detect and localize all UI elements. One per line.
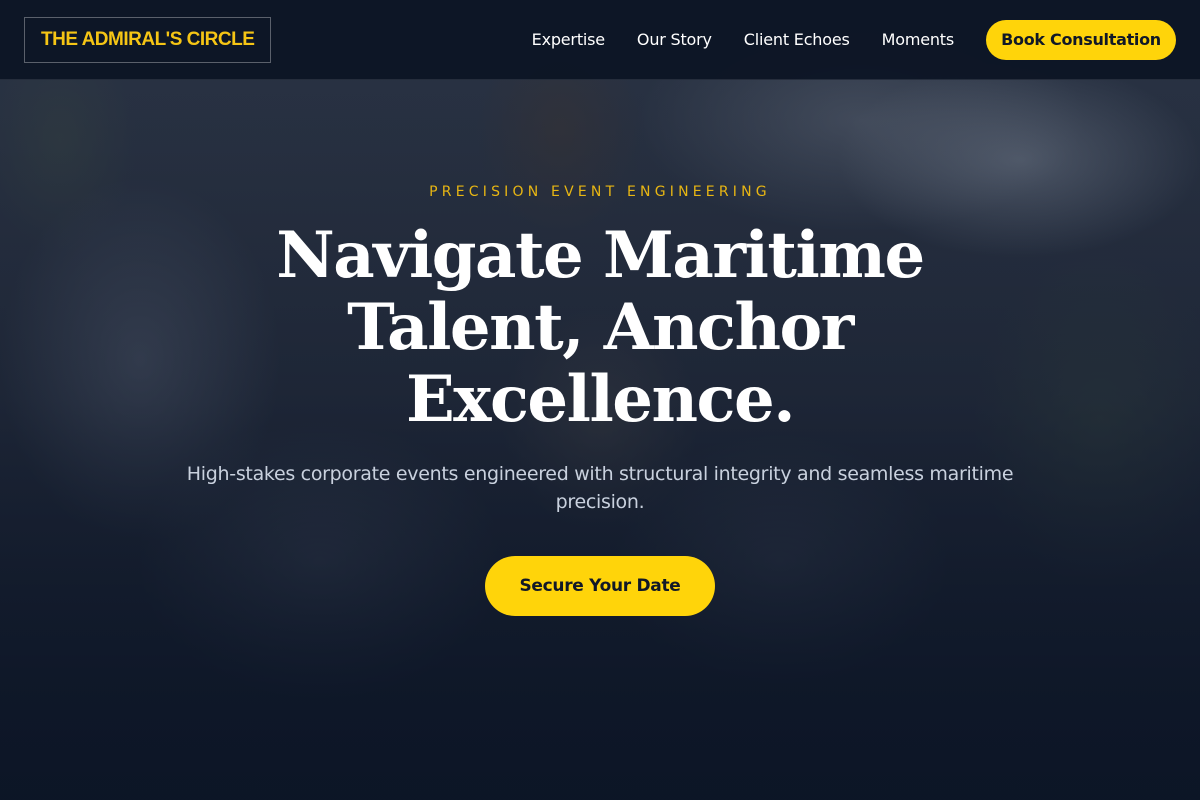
nav-link-moments[interactable]: Moments (882, 30, 955, 49)
book-consultation-button[interactable]: Book Consultation (986, 19, 1176, 60)
nav-link-our-story[interactable]: Our Story (637, 30, 712, 49)
hero-section: PRECISION EVENT ENGINEERING Navigate Mar… (0, 80, 1200, 800)
top-navbar: THE ADMIRAL'S CIRCLE Expertise Our Story… (0, 0, 1200, 80)
nav-links: Expertise Our Story Client Echoes Moment… (532, 30, 986, 49)
brand-logo[interactable]: THE ADMIRAL'S CIRCLE (24, 16, 272, 63)
nav-right: Expertise Our Story Client Echoes Moment… (532, 19, 1176, 60)
brand-name: THE ADMIRAL'S CIRCLE (41, 28, 255, 50)
hero-headline: Navigate Maritime Talent, Anchor Excelle… (276, 218, 925, 437)
secure-your-date-button[interactable]: Secure Your Date (485, 556, 715, 616)
nav-link-client-echoes[interactable]: Client Echoes (744, 30, 850, 49)
nav-link-expertise[interactable]: Expertise (532, 30, 605, 49)
hero-subtext: High-stakes corporate events engineered … (186, 463, 1014, 513)
hero-eyebrow: PRECISION EVENT ENGINEERING (429, 184, 771, 200)
